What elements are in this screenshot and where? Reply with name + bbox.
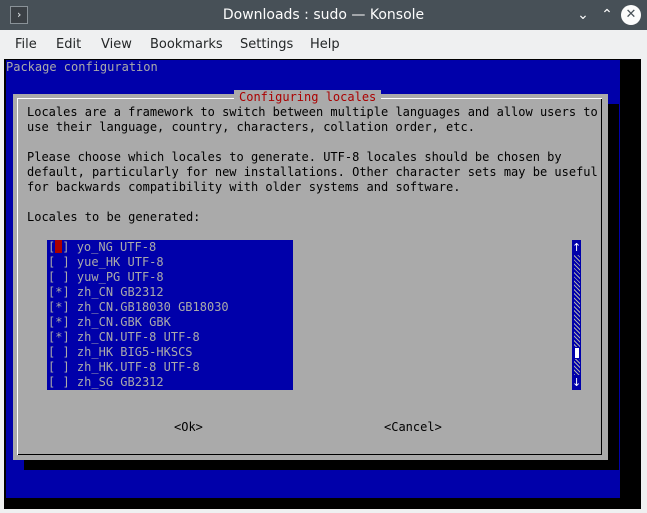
menu-view[interactable]: View xyxy=(101,30,132,59)
title-bar[interactable]: › Downloads : sudo — Konsole ⌄ ⌃ ✕ xyxy=(0,0,647,30)
locale-name: zh_HK BIG5-HKSCS xyxy=(76,345,193,359)
instructions-line-1: Please choose which locales to generate.… xyxy=(27,150,562,164)
locale-checkbox[interactable]: [*] xyxy=(48,315,70,329)
menu-edit[interactable]: Edit xyxy=(56,30,81,59)
locale-item[interactable]: [ ] yue_HK UTF-8 xyxy=(48,255,164,270)
menu-bar: File Edit View Bookmarks Settings Help xyxy=(0,30,647,59)
locale-checkbox[interactable]: [*] xyxy=(48,285,70,299)
minimize-icon[interactable]: ⌄ xyxy=(573,5,593,25)
window-title: Downloads : sudo — Konsole xyxy=(222,7,425,23)
selection-cursor xyxy=(55,240,63,253)
locale-checkbox[interactable]: [ ] xyxy=(48,360,70,374)
scroll-down-arrow-icon[interactable]: ↓ xyxy=(572,375,581,390)
locale-item[interactable]: [*] zh_CN.GB18030 GB18030 xyxy=(48,300,229,315)
locale-item[interactable]: [] yo_NG UTF-8 xyxy=(48,240,156,255)
maximize-icon[interactable]: ⌃ xyxy=(597,5,617,25)
locale-checkbox[interactable]: [ ] xyxy=(48,270,70,284)
locale-name: zh_CN.GB18030 GB18030 xyxy=(76,300,229,314)
konsole-window: › Downloads : sudo — Konsole ⌄ ⌃ ✕ File … xyxy=(0,0,647,513)
locale-name: zh_CN.GBK GBK xyxy=(76,315,171,329)
scroll-up-arrow-icon[interactable]: ↑ xyxy=(572,240,581,255)
scrollbar-thumb[interactable] xyxy=(574,347,580,359)
menu-settings[interactable]: Settings xyxy=(240,30,293,59)
locales-list-label: Locales to be generated: xyxy=(27,210,201,224)
locale-checkbox[interactable]: [*] xyxy=(48,300,70,314)
locale-checkbox[interactable]: [ ] xyxy=(48,255,70,269)
package-configuration-header: Package configuration xyxy=(6,60,158,74)
locale-name: zh_CN GB2312 xyxy=(76,285,164,299)
locale-name: zh_SG GB2312 xyxy=(76,375,164,389)
locale-item[interactable]: [ ] zh_SG GB2312 xyxy=(48,375,164,390)
ok-button[interactable]: <Ok> xyxy=(174,420,203,435)
locale-checkbox[interactable]: [*] xyxy=(48,330,70,344)
locale-checkbox[interactable]: [] xyxy=(48,240,69,254)
locale-name: zh_CN.UTF-8 UTF-8 xyxy=(76,330,200,344)
dialog-title: Configuring locales xyxy=(234,90,382,105)
locale-item[interactable]: [*] zh_CN GB2312 xyxy=(48,285,164,300)
locale-checkbox[interactable]: [ ] xyxy=(48,345,70,359)
locale-item[interactable]: [ ] zh_HK.UTF-8 UTF-8 xyxy=(48,360,200,375)
menu-file[interactable]: File xyxy=(15,30,37,59)
locale-name: yuw_PG UTF-8 xyxy=(76,270,164,284)
locale-item[interactable]: [ ] zh_HK BIG5-HKSCS xyxy=(48,345,193,360)
menu-help[interactable]: Help xyxy=(310,30,340,59)
menu-bookmarks[interactable]: Bookmarks xyxy=(150,30,223,59)
locale-name: yue_HK UTF-8 xyxy=(76,255,164,269)
intro-line-1: Locales are a framework to switch betwee… xyxy=(27,105,598,119)
locale-name: zh_HK.UTF-8 UTF-8 xyxy=(76,360,200,374)
locale-checkbox[interactable]: [ ] xyxy=(48,375,70,389)
locale-item[interactable]: [*] zh_CN.GBK GBK xyxy=(48,315,171,330)
intro-line-2: use their language, country, characters,… xyxy=(27,120,475,134)
close-icon[interactable]: ✕ xyxy=(621,5,641,25)
instructions-line-2: default, particularly for new installati… xyxy=(27,165,598,179)
cancel-button[interactable]: <Cancel> xyxy=(384,420,442,435)
instructions-line-3: for backwards compatibility with older s… xyxy=(27,180,461,194)
locale-item[interactable]: [*] zh_CN.UTF-8 UTF-8 xyxy=(48,330,200,345)
locale-name: yo_NG UTF-8 xyxy=(76,240,157,254)
locale-item[interactable]: [ ] yuw_PG UTF-8 xyxy=(48,270,164,285)
